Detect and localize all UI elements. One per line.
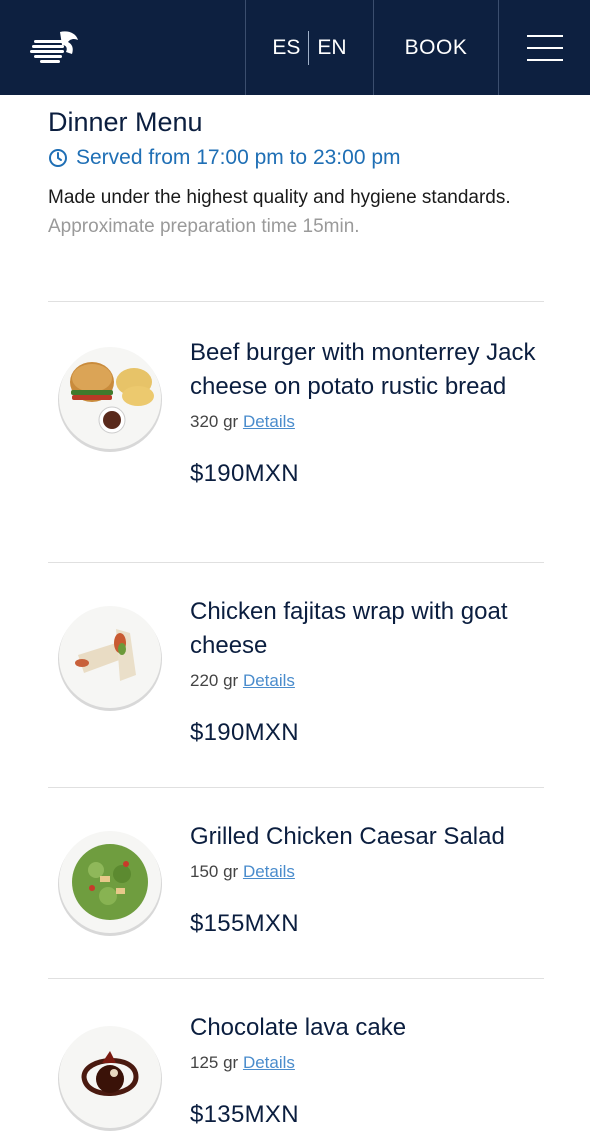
caesar-salad-dish-image — [58, 831, 162, 936]
burger-dish-image — [58, 347, 162, 452]
menu-item-weight: 320 gr — [190, 412, 239, 431]
menu-item-price: $155MXN — [190, 910, 299, 937]
lang-divider — [308, 30, 310, 65]
menu-item-name: Chocolate lava cake — [190, 1014, 407, 1041]
menu-button[interactable] — [499, 0, 590, 95]
lang-en-link[interactable]: EN — [317, 36, 346, 60]
menu-intro: Dinner Menu Served from 17:00 pm to 23:0… — [48, 95, 544, 238]
menu-item-info: Grilled Chicken Caesar Salad 150 gr Deta… — [190, 820, 540, 938]
served-hours: Served from 17:00 pm to 23:00 pm — [48, 146, 544, 170]
lava-cake-dish-image — [58, 1026, 162, 1131]
menu-item: Grilled Chicken Caesar Salad 150 gr Deta… — [48, 788, 544, 978]
menu-item-info: Chicken fajitas wrap with goat cheese 22… — [190, 595, 540, 747]
menu-item-meta: 220 gr Details — [190, 671, 540, 691]
prep-time: Approximate preparation time 15min. — [48, 216, 360, 237]
clock-icon — [49, 149, 67, 167]
menu-item: Chocolate lava cake 125 gr Details $135M… — [48, 979, 544, 1138]
menu-item-weight: 150 gr — [190, 862, 239, 881]
details-link[interactable]: Details — [243, 412, 295, 431]
hamburger-icon — [526, 34, 563, 61]
eagle-logo-icon — [30, 30, 78, 63]
lang-es-link[interactable]: ES — [272, 36, 300, 60]
menu-item-meta: 320 gr Details — [190, 412, 540, 432]
menu-item-info: Beef burger with monterrey Jack cheese o… — [190, 336, 540, 488]
menu-item-meta: 125 gr Details — [190, 1053, 540, 1073]
brand-logo[interactable] — [0, 0, 246, 95]
language-switcher: ES EN — [246, 0, 374, 95]
details-link[interactable]: Details — [243, 671, 295, 690]
menu-item-info: Chocolate lava cake 125 gr Details $135M… — [190, 1011, 540, 1129]
menu-item: Beef burger with monterrey Jack cheese o… — [48, 302, 544, 562]
menu-item-weight: 220 gr — [190, 671, 239, 690]
menu-item-weight: 125 gr — [190, 1053, 239, 1072]
menu-item-name: Grilled Chicken Caesar Salad — [190, 823, 505, 850]
menu-item-name: Beef burger with monterrey Jack cheese o… — [190, 339, 536, 400]
menu-item-price: $135MXN — [190, 1101, 299, 1128]
served-hours-text: Served from 17:00 pm to 23:00 pm — [76, 146, 401, 169]
menu-item-price: $190MXN — [190, 460, 299, 487]
book-button[interactable]: BOOK — [374, 0, 499, 95]
menu-description: Made under the highest quality and hygie… — [48, 187, 511, 208]
menu-item-price: $190MXN — [190, 719, 299, 746]
menu-item-meta: 150 gr Details — [190, 862, 540, 882]
menu-item: Chicken fajitas wrap with goat cheese 22… — [48, 563, 544, 788]
details-link[interactable]: Details — [243, 862, 295, 881]
top-navigation-bar: ES EN BOOK — [0, 0, 590, 95]
fajitas-wrap-dish-image — [58, 606, 162, 711]
details-link[interactable]: Details — [243, 1053, 295, 1072]
page-title: Dinner Menu — [48, 107, 203, 137]
menu-item-name: Chicken fajitas wrap with goat cheese — [190, 598, 508, 659]
